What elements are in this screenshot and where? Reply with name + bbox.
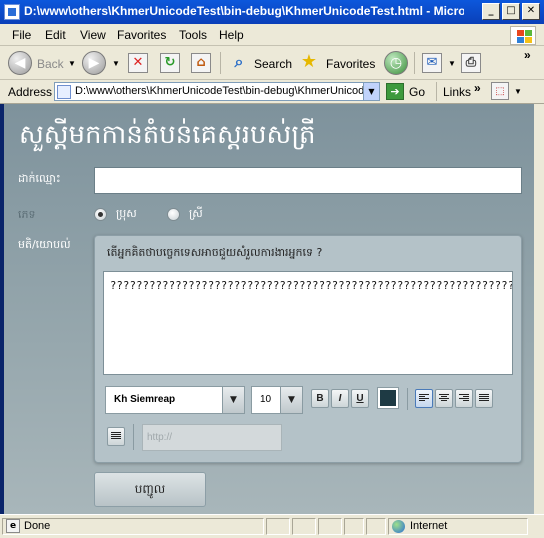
status-pane: [344, 518, 364, 535]
page-content: សួស្តីមកកាន់តំបន់គេស្ដរបស់ត្រី ដាក់ឈ្មោះ…: [4, 104, 534, 514]
align-justify-button[interactable]: [475, 389, 493, 408]
comment-question: តើអ្នកគិតថាបច្ចេកទេសអាចជួយសំរួលការងារអ្ន…: [107, 246, 323, 259]
stop-icon[interactable]: ✕: [128, 53, 148, 73]
bullet-list-button[interactable]: [107, 427, 125, 446]
minimize-button[interactable]: _: [482, 3, 500, 20]
title-bar: D:\www\others\KhmerUnicodeTest\bin-debug…: [0, 0, 544, 24]
address-url[interactable]: D:\www\others\KhmerUnicodeTest\bin-debug…: [75, 85, 370, 97]
toolbar-separator: [414, 52, 415, 74]
chevron-down-icon[interactable]: ▼: [280, 387, 302, 413]
comment-label: មតិ/យោបល់: [18, 238, 71, 251]
text-color-picker[interactable]: [377, 387, 399, 409]
address-dropdown-icon[interactable]: ▼: [363, 83, 379, 100]
page-done-icon: e: [6, 519, 20, 533]
gender-female-label[interactable]: ស្រី: [189, 207, 203, 223]
font-family-value: Kh Siemreap: [114, 394, 176, 405]
text-color-swatch: [380, 390, 396, 406]
gender-radio-male[interactable]: [94, 208, 107, 221]
mail-icon[interactable]: ✉: [422, 53, 442, 73]
align-right-icon: [459, 394, 469, 403]
underline-button[interactable]: U: [351, 389, 369, 408]
page-scrollbar-track[interactable]: [534, 104, 544, 514]
ie-page-icon: [4, 4, 20, 20]
favorites-button-label[interactable]: Favorites: [326, 57, 375, 71]
home-icon[interactable]: ⌂: [191, 53, 211, 73]
align-left-icon: [419, 394, 429, 403]
align-right-button[interactable]: [455, 389, 473, 408]
menu-file[interactable]: File: [12, 28, 31, 42]
bullet-list-icon: [111, 432, 121, 441]
status-pane: [366, 518, 386, 535]
status-text: Done: [24, 520, 51, 532]
menu-tools[interactable]: Tools: [179, 28, 207, 42]
menu-help[interactable]: Help: [219, 28, 244, 42]
italic-button[interactable]: I: [331, 389, 349, 408]
address-label: Address: [8, 85, 53, 99]
links-more-chevron[interactable]: »: [474, 81, 481, 95]
back-arrow-icon[interactable]: ◀: [8, 51, 32, 75]
gender-male-label[interactable]: ប្រុស: [116, 207, 137, 223]
go-arrow-icon[interactable]: ➔: [386, 83, 404, 100]
refresh-icon[interactable]: ↻: [160, 53, 180, 73]
align-left-button[interactable]: [415, 389, 433, 408]
internet-globe-icon: [392, 520, 405, 533]
window-title: D:\www\others\KhmerUnicodeTest\bin-debug…: [24, 4, 464, 18]
link-url-input[interactable]: http://: [142, 424, 282, 451]
forward-dropdown-icon[interactable]: ▼: [112, 59, 120, 68]
history-icon[interactable]: ◷: [384, 51, 408, 75]
links-label[interactable]: Links: [443, 85, 471, 99]
search-button-label[interactable]: Search: [254, 57, 292, 71]
favorites-star-icon[interactable]: ★: [299, 53, 319, 73]
name-input[interactable]: [94, 167, 522, 194]
gender-label: ភេទ: [18, 208, 36, 221]
address-bar: Address D:\www\others\KhmerUnicodeTest\b…: [0, 80, 544, 104]
bold-button[interactable]: B: [311, 389, 329, 408]
menu-view[interactable]: View: [80, 28, 106, 42]
gender-radio-female[interactable]: [167, 208, 180, 221]
toolbar-separator: [407, 388, 408, 410]
security-zone-text: Internet: [410, 520, 448, 532]
status-pane: [292, 518, 316, 535]
forward-arrow-icon[interactable]: ▶: [82, 51, 106, 75]
font-family-select[interactable]: Kh Siemreap ▼: [105, 386, 245, 414]
menu-bar: File Edit View Favorites Tools Help: [0, 24, 544, 46]
back-button-label[interactable]: Back: [37, 57, 64, 71]
browser-window: D:\www\others\KhmerUnicodeTest\bin-debug…: [0, 0, 544, 538]
search-icon[interactable]: ⌕: [229, 53, 249, 73]
mail-dropdown-icon[interactable]: ▼: [448, 59, 456, 68]
name-label: ដាក់ឈ្មោះ: [18, 172, 61, 185]
menu-edit[interactable]: Edit: [45, 28, 66, 42]
font-size-value: 10: [260, 394, 272, 405]
address-input[interactable]: D:\www\others\KhmerUnicodeTest\bin-debug…: [54, 82, 380, 101]
address-separator: [436, 82, 437, 101]
acrobat-icon[interactable]: ⬚: [491, 82, 509, 100]
back-dropdown-icon[interactable]: ▼: [68, 59, 76, 68]
close-button[interactable]: ✕: [522, 3, 540, 20]
maximize-button[interactable]: □: [502, 3, 520, 20]
submit-button[interactable]: បញ្ជូល: [94, 472, 206, 507]
status-zone-pane: [388, 518, 528, 535]
menu-favorites[interactable]: Favorites: [117, 28, 166, 42]
windows-logo-icon: [510, 26, 536, 45]
status-pane: [318, 518, 342, 535]
acrobat-dropdown-icon[interactable]: ▼: [514, 87, 522, 96]
align-center-button[interactable]: [435, 389, 453, 408]
align-justify-icon: [479, 394, 489, 403]
toolbar-separator: [220, 52, 221, 74]
page-icon: [57, 85, 71, 99]
print-icon[interactable]: ⎙: [461, 53, 481, 73]
chevron-down-icon[interactable]: ▼: [222, 387, 244, 413]
go-button-label[interactable]: Go: [409, 85, 425, 99]
status-bar: e Done Internet: [0, 514, 544, 538]
font-size-select[interactable]: 10 ▼: [251, 386, 303, 414]
standard-toolbar: ◀ Back ▼ ▶ ▼ ✕ ↻ ⌂ ⌕ Search ★ Favorites …: [0, 46, 544, 80]
align-center-icon: [439, 394, 449, 403]
page-title: សួស្តីមកកាន់តំបន់គេស្ដរបស់ត្រី: [19, 120, 316, 150]
comment-textarea[interactable]: ????????????????????????????????????????…: [103, 271, 513, 375]
status-pane: [266, 518, 290, 535]
toolbar-more-chevron[interactable]: »: [524, 48, 531, 62]
toolbar-separator: [133, 424, 134, 450]
rich-text-editor-panel: តើអ្នកគិតថាបច្ចេកទេសអាចជួយសំរួលការងារអ្ន…: [94, 235, 522, 463]
